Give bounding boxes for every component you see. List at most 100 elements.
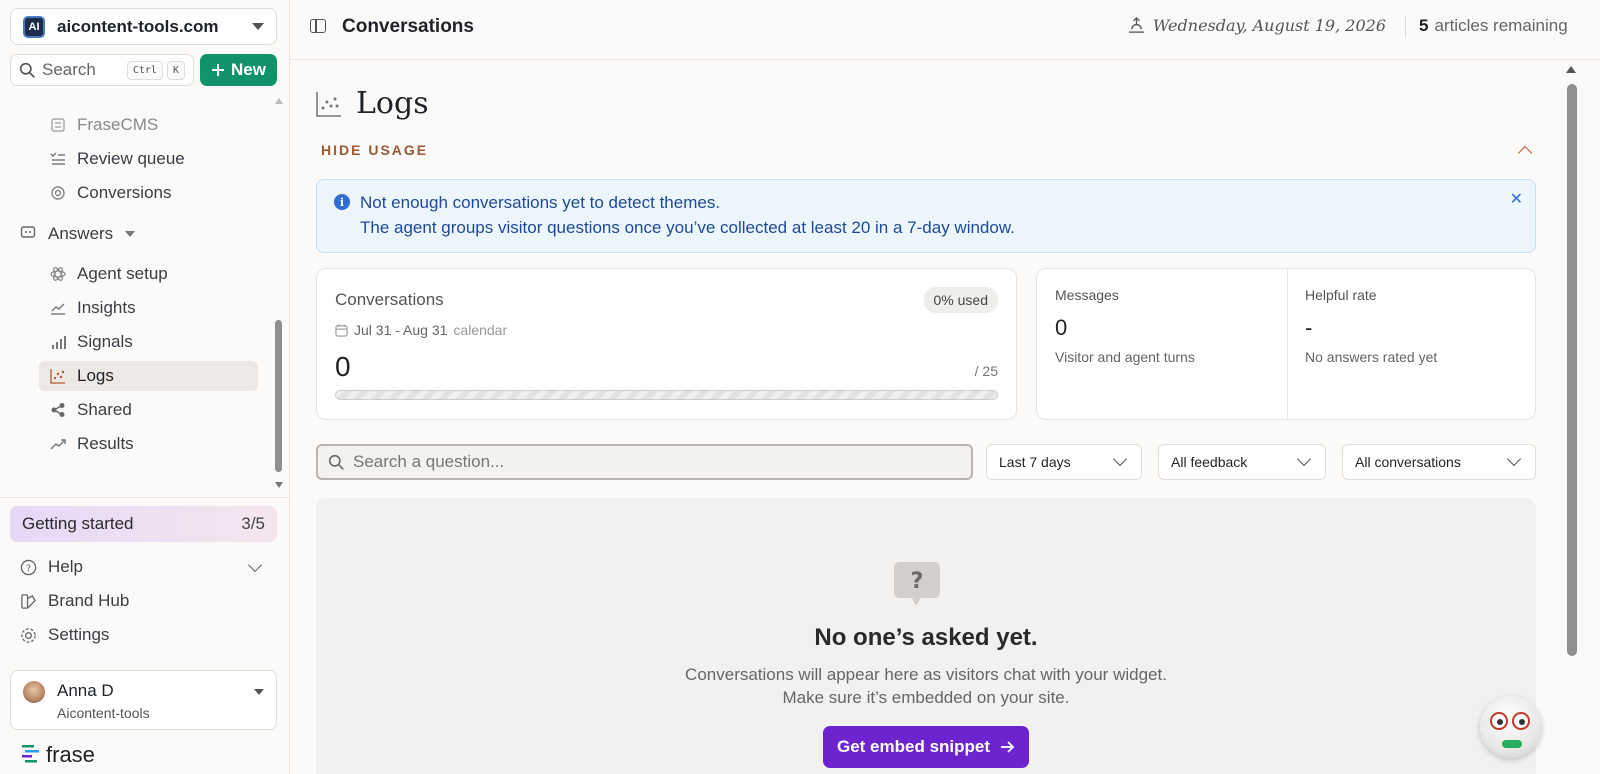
sidebar-item-logs[interactable]: Logs	[39, 361, 258, 391]
workspace-name: aicontent-tools.com	[57, 16, 219, 36]
mascot-bowtie	[1502, 740, 1522, 748]
kbd-k: K	[166, 60, 185, 80]
sidebar-item-label: Results	[77, 434, 134, 453]
sidebar-search[interactable]: Search Ctrl K	[10, 54, 194, 86]
range-text: Jul 31 - Aug 31	[354, 322, 448, 338]
target-icon	[49, 184, 67, 202]
mascot-eye	[1490, 712, 1508, 730]
usage-progress-bar	[335, 390, 998, 400]
sidebar-scrollbar-thumb[interactable]	[275, 320, 282, 472]
embed-button-label: Get embed snippet	[836, 737, 991, 756]
settings-link[interactable]: Settings	[20, 621, 109, 649]
question-search-placeholder: Search a question...	[353, 452, 505, 471]
brand-hub-link[interactable]: Brand Hub	[20, 587, 129, 615]
sidebar-item-review-queue[interactable]: Review queue	[39, 144, 258, 174]
sidebar-item-agent-setup[interactable]: Agent setup	[39, 259, 258, 289]
user-menu[interactable]: Anna D Aicontent-tools	[10, 670, 277, 730]
search-icon	[19, 62, 35, 78]
conversations-select[interactable]: All conversations	[1342, 444, 1536, 480]
close-icon[interactable]: ✕	[1510, 189, 1523, 209]
sidebar-item-frasecms[interactable]: FraseCMS	[39, 110, 258, 140]
sidebar-item-label: Insights	[77, 298, 136, 317]
plus-icon	[212, 64, 225, 76]
workspace-switcher[interactable]: AI aicontent-tools.com	[10, 8, 277, 45]
sidebar-item-insights[interactable]: Insights	[39, 293, 258, 323]
line-chart-icon	[49, 299, 67, 317]
signal-bars-icon	[49, 333, 67, 351]
get-embed-snippet-button[interactable]: Get embed snippet	[823, 726, 1029, 768]
svg-text:?: ?	[911, 569, 924, 594]
usage-count: 0	[335, 351, 351, 382]
sidebar-item-label: Logs	[77, 366, 114, 385]
sidebar-item-label: Conversions	[77, 183, 172, 202]
page-heading: Logs	[316, 86, 429, 121]
feedback-select[interactable]: All feedback	[1158, 444, 1326, 480]
getting-started-button[interactable]: Getting started 3/5	[10, 506, 277, 542]
remaining-count: 5	[1419, 16, 1429, 35]
range-type: calendar	[453, 322, 508, 338]
stats-card: Messages 0 Visitor and agent turns Helpf…	[1036, 268, 1536, 420]
sidebar-item-conversions[interactable]: Conversions	[39, 178, 258, 208]
sidebar-item-label: Signals	[77, 332, 133, 351]
usage-title: Conversations	[335, 290, 444, 309]
document-icon	[49, 116, 67, 134]
articles-remaining: 5 articles remaining	[1419, 16, 1568, 36]
sidebar-divider	[0, 497, 290, 498]
sidebar-item-shared[interactable]: Shared	[39, 395, 258, 425]
chevron-down-icon	[1506, 451, 1522, 467]
main-scrollbar-thumb[interactable]	[1567, 84, 1577, 656]
getting-started-label: Getting started	[22, 514, 134, 533]
sidebar-item-signals[interactable]: Signals	[39, 327, 258, 357]
sidebar-section-answers[interactable]: Answers	[20, 221, 136, 247]
hide-usage-toggle[interactable]: HIDE USAGE	[321, 142, 428, 158]
user-name: Anna D	[57, 681, 114, 700]
share-icon	[49, 401, 67, 419]
scatter-icon	[316, 91, 341, 117]
checklist-icon	[49, 150, 67, 168]
sidebar-item-label: Agent setup	[77, 264, 168, 283]
chat-box-icon	[20, 224, 38, 245]
caret-down-icon	[252, 23, 264, 30]
date-range-select[interactable]: Last 7 days	[986, 444, 1142, 480]
helpful-rate-value: -	[1305, 315, 1313, 340]
brand-hub-label: Brand Hub	[48, 591, 130, 610]
chevron-down-icon[interactable]	[247, 557, 263, 573]
chat-widget-mascot[interactable]	[1480, 696, 1542, 758]
usage-badge: 0% used	[923, 287, 998, 313]
sidebar-scroll-up-arrow[interactable]	[275, 98, 283, 104]
section-label: Answers	[48, 224, 114, 243]
question-search-input[interactable]: Search a question...	[316, 444, 973, 480]
main-scroll-up-arrow[interactable]	[1566, 66, 1576, 73]
breadcrumb: Conversations	[342, 16, 474, 37]
page-title: Logs	[356, 86, 429, 121]
new-button-label: New	[231, 60, 266, 79]
sidebar-scroll-down-arrow[interactable]	[275, 482, 283, 488]
usage-max: / 25	[974, 363, 998, 379]
arrow-right-icon	[1001, 741, 1015, 753]
trend-icon	[49, 435, 67, 453]
help-menu[interactable]: ? Help	[20, 553, 83, 581]
chevron-down-icon	[1112, 451, 1128, 467]
getting-started-progress: 3/5	[241, 514, 265, 533]
header-separator	[1405, 16, 1406, 38]
chevron-up-icon[interactable]	[1517, 145, 1533, 161]
feedback-value: All feedback	[1171, 454, 1248, 470]
sidebar: AI aicontent-tools.com Search Ctrl K New…	[0, 0, 290, 774]
info-banner: i Not enough conversations yet to detect…	[316, 179, 1536, 253]
helpful-rate-label: Helpful rate	[1305, 287, 1377, 303]
user-org: Aicontent-tools	[57, 705, 150, 721]
help-circle-icon: ?	[20, 559, 38, 576]
frase-wordmark: frase	[46, 742, 95, 767]
date-range-value: Last 7 days	[999, 454, 1071, 470]
new-button[interactable]: New	[200, 54, 277, 86]
svg-text:?: ?	[26, 563, 31, 574]
caret-down-icon	[125, 231, 136, 237]
help-label: Help	[48, 557, 83, 576]
sidebar-item-results[interactable]: Results	[39, 429, 258, 459]
banner-line-1: Not enough conversations yet to detect t…	[360, 193, 721, 212]
date-text: Wednesday, August 19, 2026	[1152, 16, 1386, 35]
avatar	[23, 681, 45, 703]
main-content: Logs HIDE USAGE i Not enough conversatio…	[290, 60, 1600, 774]
sidebar-toggle-icon[interactable]	[310, 19, 326, 33]
search-icon	[328, 454, 344, 470]
